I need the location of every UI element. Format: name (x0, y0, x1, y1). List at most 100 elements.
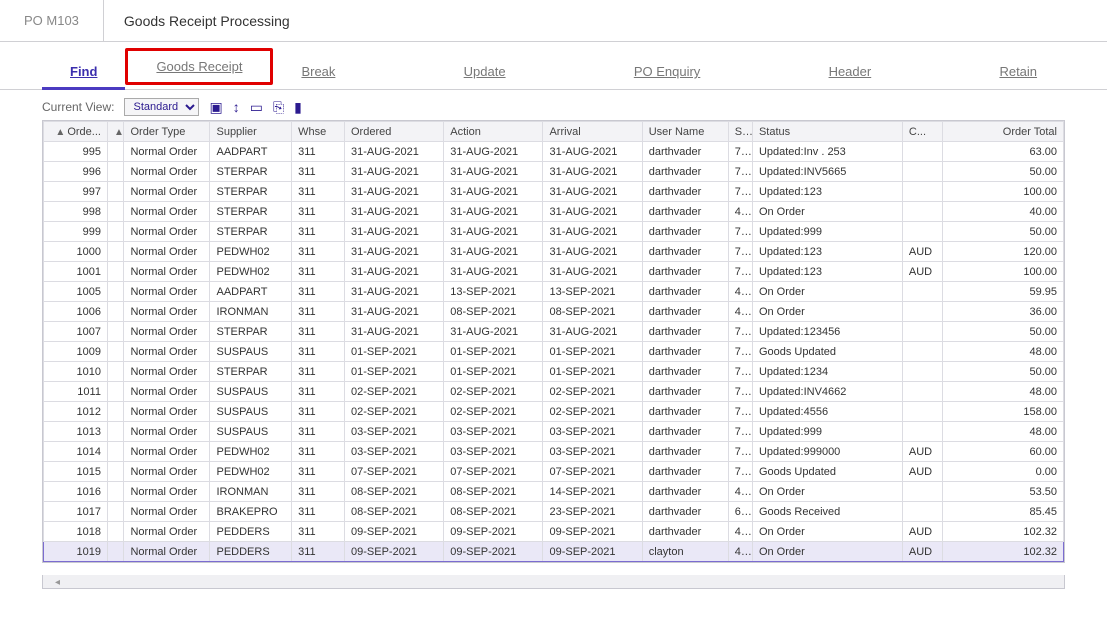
cell-supplier[interactable]: BRAKEPRO (210, 502, 292, 522)
cell-whse[interactable]: 311 (292, 282, 345, 302)
cell-s[interactable]: 70 (728, 222, 752, 242)
cell-status[interactable]: On Order (752, 542, 902, 562)
cell-arrival[interactable]: 31-AUG-2021 (543, 142, 642, 162)
cell-s[interactable]: 40 (728, 302, 752, 322)
cell-order-type[interactable]: Normal Order (124, 282, 210, 302)
cell-whse[interactable]: 311 (292, 262, 345, 282)
tab-update[interactable]: Update (436, 64, 534, 89)
cell-c[interactable] (902, 142, 942, 162)
cell-arrival[interactable]: 07-SEP-2021 (543, 462, 642, 482)
cell-ordered[interactable]: 31-AUG-2021 (345, 282, 444, 302)
cell-spacer[interactable] (107, 522, 124, 542)
cell-ordered[interactable]: 09-SEP-2021 (345, 522, 444, 542)
cell-order-total[interactable]: 100.00 (942, 262, 1063, 282)
cell-action[interactable]: 02-SEP-2021 (444, 382, 543, 402)
cell-order-total[interactable]: 50.00 (942, 322, 1063, 342)
cell-spacer[interactable] (107, 362, 124, 382)
cell-order-type[interactable]: Normal Order (124, 462, 210, 482)
cell-status[interactable]: Goods Updated (752, 342, 902, 362)
cell-status[interactable]: On Order (752, 302, 902, 322)
cell-user-name[interactable]: darthvader (642, 362, 728, 382)
cell-spacer[interactable] (107, 302, 124, 322)
cell-arrival[interactable]: 08-SEP-2021 (543, 302, 642, 322)
cell-spacer[interactable] (107, 502, 124, 522)
tab-find[interactable]: Find (42, 64, 125, 89)
cell-user-name[interactable]: darthvader (642, 522, 728, 542)
cell-user-name[interactable]: darthvader (642, 322, 728, 342)
cell-whse[interactable]: 311 (292, 362, 345, 382)
cell-s[interactable]: 70 (728, 262, 752, 282)
cell-ordered[interactable]: 07-SEP-2021 (345, 462, 444, 482)
cell-supplier[interactable]: STERPAR (210, 362, 292, 382)
cell-whse[interactable]: 311 (292, 462, 345, 482)
cell-status[interactable]: Updated:INV4662 (752, 382, 902, 402)
cell-ordered[interactable]: 09-SEP-2021 (345, 542, 444, 562)
cell-c[interactable] (902, 182, 942, 202)
cell-whse[interactable]: 311 (292, 142, 345, 162)
cell-order-type[interactable]: Normal Order (124, 322, 210, 342)
cell-action[interactable]: 02-SEP-2021 (444, 402, 543, 422)
cell-orde[interactable]: 1005 (44, 282, 108, 302)
cell-user-name[interactable]: darthvader (642, 242, 728, 262)
cell-s[interactable]: 70 (728, 342, 752, 362)
cell-s[interactable]: 70 (728, 382, 752, 402)
cell-orde[interactable]: 1012 (44, 402, 108, 422)
table-row[interactable]: 1011Normal OrderSUSPAUS31102-SEP-202102-… (44, 382, 1064, 402)
cell-orde[interactable]: 1006 (44, 302, 108, 322)
cell-user-name[interactable]: darthvader (642, 302, 728, 322)
cell-whse[interactable]: 311 (292, 542, 345, 562)
cell-spacer[interactable] (107, 262, 124, 282)
table-row[interactable]: 1014Normal OrderPEDWH0231103-SEP-202103-… (44, 442, 1064, 462)
cell-supplier[interactable]: STERPAR (210, 322, 292, 342)
cell-action[interactable]: 31-AUG-2021 (444, 182, 543, 202)
cell-c[interactable] (902, 482, 942, 502)
table-row[interactable]: 1001Normal OrderPEDWH0231131-AUG-202131-… (44, 262, 1064, 282)
cell-orde[interactable]: 1013 (44, 422, 108, 442)
cell-arrival[interactable]: 14-SEP-2021 (543, 482, 642, 502)
cell-whse[interactable]: 311 (292, 482, 345, 502)
cell-user-name[interactable]: darthvader (642, 402, 728, 422)
view-select[interactable]: Standard (124, 98, 199, 116)
cell-spacer[interactable] (107, 422, 124, 442)
col-ordered[interactable]: Ordered (345, 122, 444, 142)
cell-orde[interactable]: 999 (44, 222, 108, 242)
cell-c[interactable]: AUD (902, 242, 942, 262)
cell-action[interactable]: 31-AUG-2021 (444, 322, 543, 342)
tab-break[interactable]: Break (273, 64, 363, 89)
cell-orde[interactable]: 1017 (44, 502, 108, 522)
cell-action[interactable]: 31-AUG-2021 (444, 262, 543, 282)
cell-action[interactable]: 31-AUG-2021 (444, 142, 543, 162)
cell-user-name[interactable]: clayton (642, 542, 728, 562)
cell-action[interactable]: 31-AUG-2021 (444, 242, 543, 262)
cell-action[interactable]: 13-SEP-2021 (444, 282, 543, 302)
cell-arrival[interactable]: 31-AUG-2021 (543, 162, 642, 182)
cell-orde[interactable]: 998 (44, 202, 108, 222)
table-row[interactable]: 1010Normal OrderSTERPAR31101-SEP-202101-… (44, 362, 1064, 382)
cell-arrival[interactable]: 13-SEP-2021 (543, 282, 642, 302)
table-row[interactable]: 1016Normal OrderIRONMAN31108-SEP-202108-… (44, 482, 1064, 502)
cell-status[interactable]: Updated:1234 (752, 362, 902, 382)
cell-supplier[interactable]: PEDDERS (210, 522, 292, 542)
cell-s[interactable]: 40 (728, 282, 752, 302)
cell-supplier[interactable]: SUSPAUS (210, 382, 292, 402)
cell-order-total[interactable]: 120.00 (942, 242, 1063, 262)
cell-status[interactable]: Goods Received (752, 502, 902, 522)
cell-arrival[interactable]: 09-SEP-2021 (543, 522, 642, 542)
cell-action[interactable]: 01-SEP-2021 (444, 342, 543, 362)
cell-c[interactable] (902, 382, 942, 402)
cell-order-total[interactable]: 102.32 (942, 522, 1063, 542)
cell-supplier[interactable]: PEDWH02 (210, 462, 292, 482)
cell-spacer[interactable] (107, 542, 124, 562)
cell-orde[interactable]: 996 (44, 162, 108, 182)
cell-order-type[interactable]: Normal Order (124, 362, 210, 382)
cell-order-total[interactable]: 50.00 (942, 162, 1063, 182)
col-arrival[interactable]: Arrival (543, 122, 642, 142)
cell-order-total[interactable]: 158.00 (942, 402, 1063, 422)
cell-action[interactable]: 03-SEP-2021 (444, 422, 543, 442)
cell-supplier[interactable]: IRONMAN (210, 482, 292, 502)
cell-user-name[interactable]: darthvader (642, 502, 728, 522)
cell-s[interactable]: 70 (728, 142, 752, 162)
cell-arrival[interactable]: 31-AUG-2021 (543, 222, 642, 242)
cell-order-type[interactable]: Normal Order (124, 382, 210, 402)
cell-user-name[interactable]: darthvader (642, 182, 728, 202)
